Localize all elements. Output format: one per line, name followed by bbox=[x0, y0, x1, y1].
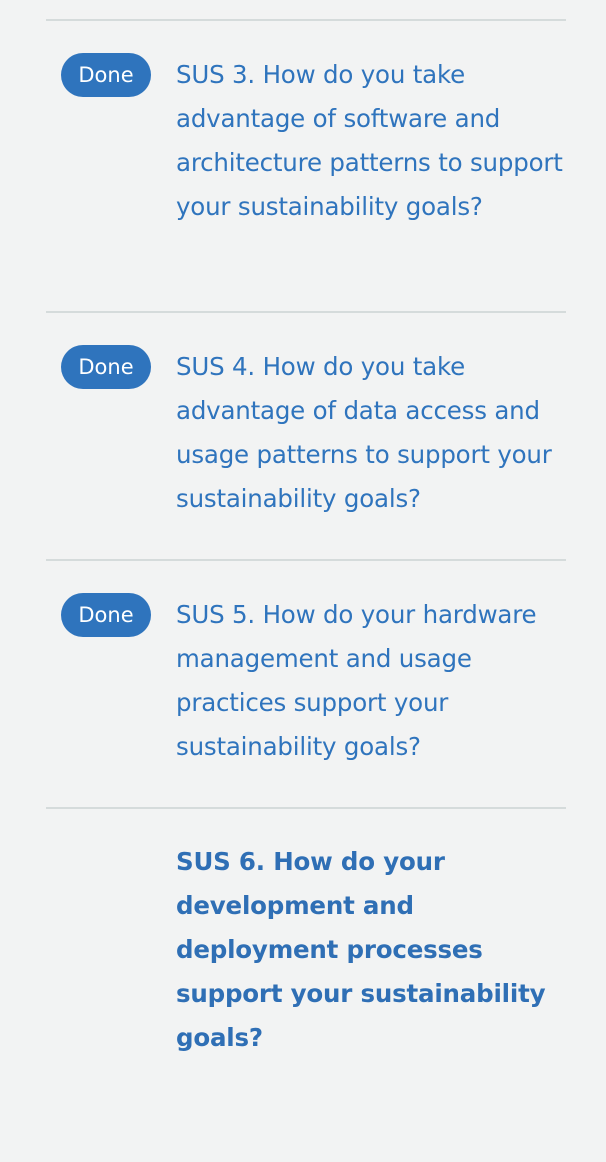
question-item-sus4: Done SUS 4. How do you take advantage of… bbox=[46, 313, 566, 560]
question-link-sus6[interactable]: SUS 6. How do your development and deplo… bbox=[176, 840, 566, 1060]
question-item-sus5: Done SUS 5. How do your hardware managem… bbox=[46, 561, 566, 808]
status-badge-done: Done bbox=[61, 53, 151, 97]
question-item-sus3: Done SUS 3. How do you take advantage of… bbox=[46, 21, 566, 312]
question-link-sus4[interactable]: SUS 4. How do you take advantage of data… bbox=[176, 345, 566, 521]
question-link-sus3[interactable]: SUS 3. How do you take advantage of soft… bbox=[176, 53, 566, 229]
status-badge-done: Done bbox=[61, 345, 151, 389]
question-item-sus6: SUS 6. How do your development and deplo… bbox=[46, 809, 566, 1109]
question-link-sus5[interactable]: SUS 5. How do your hardware management a… bbox=[176, 593, 566, 769]
status-badge-done: Done bbox=[61, 593, 151, 637]
